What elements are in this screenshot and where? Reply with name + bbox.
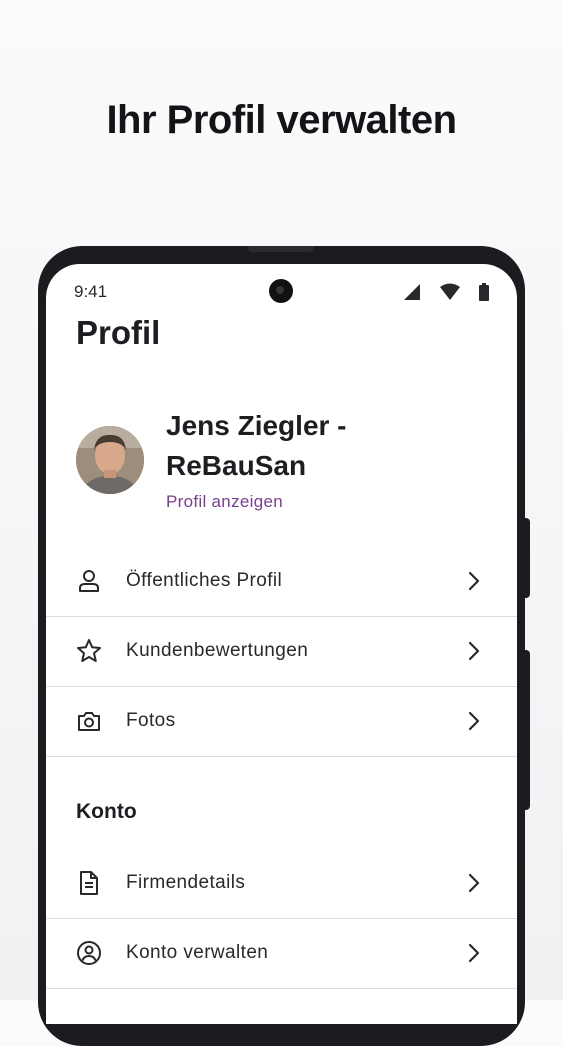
account-circle-icon — [77, 941, 101, 965]
phone-screen: 9:41 Profil Jens Ziegler - ReBauSan Prof… — [46, 264, 517, 1024]
cell-signal-icon — [404, 284, 420, 300]
chevron-right-icon — [468, 873, 480, 893]
view-profile-link[interactable]: Profil anzeigen — [166, 492, 283, 512]
chevron-right-icon — [468, 571, 480, 591]
person-icon — [79, 570, 99, 592]
page-title: Profil — [76, 314, 161, 351]
wifi-icon — [440, 283, 460, 300]
menu-item-label: Öffentliches Profil — [126, 570, 283, 591]
status-time: 9:41 — [74, 282, 108, 301]
menu-item-label: Kundenbewertungen — [126, 640, 309, 661]
star-icon — [77, 639, 101, 662]
document-icon — [80, 871, 98, 895]
avatar[interactable] — [76, 426, 144, 494]
battery-icon — [479, 283, 489, 301]
status-bar: 9:41 — [46, 264, 517, 320]
menu-item-label: Konto verwalten — [126, 942, 269, 963]
menu-item-public-profile[interactable]: Öffentliches Profil — [46, 546, 517, 617]
menu-item-company-details[interactable]: Firmendetails — [46, 848, 517, 919]
menu-item-label: Fotos — [126, 710, 176, 731]
avatar-photo — [76, 426, 144, 494]
menu-item-label: Firmendetails — [126, 872, 246, 893]
front-camera — [269, 279, 293, 303]
chevron-right-icon — [468, 943, 480, 963]
camera-icon — [78, 712, 100, 731]
menu-item-manage-account[interactable]: Konto verwalten — [46, 918, 517, 989]
section-title-account: Konto — [76, 800, 137, 823]
status-icons — [403, 283, 489, 301]
promo-headline: Ihr Profil verwalten — [106, 98, 457, 142]
menu-item-reviews[interactable]: Kundenbewertungen — [46, 616, 517, 687]
phone-power-button — [524, 518, 530, 598]
chevron-right-icon — [468, 711, 480, 731]
phone-volume-button — [524, 650, 530, 810]
menu-item-photos[interactable]: Fotos — [46, 686, 517, 757]
profile-name: Jens Ziegler - ReBauSan — [166, 410, 347, 481]
phone-speaker — [248, 246, 314, 252]
chevron-right-icon — [468, 641, 480, 661]
